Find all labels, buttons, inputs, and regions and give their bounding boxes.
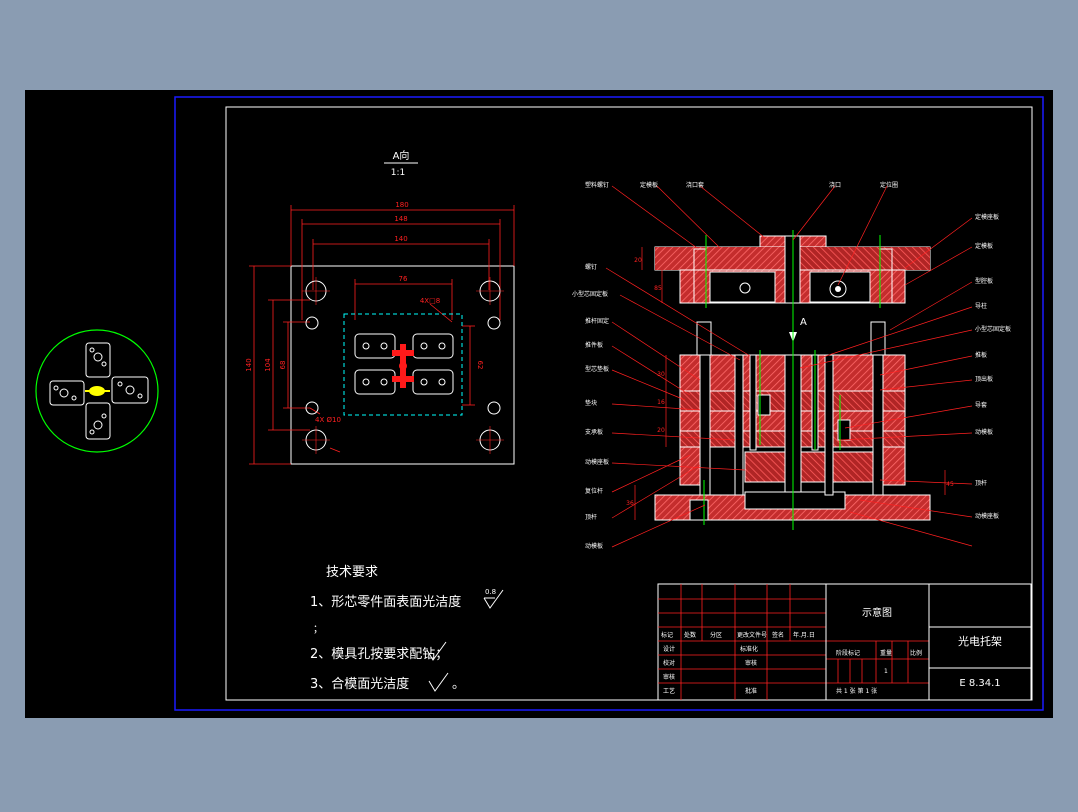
label-left-3: 推件板 — [585, 341, 603, 349]
dim-h104: 104 — [264, 358, 272, 372]
section-dim-4: 16 — [657, 399, 665, 406]
view-a-title: A向 — [393, 149, 410, 162]
dim-h62: 62 — [476, 361, 484, 370]
tb-ratio-value: 1 — [884, 668, 888, 675]
label-left-4: 型芯垫板 — [585, 365, 609, 373]
label-top-1: 定模板 — [640, 181, 658, 189]
tech-title: 技术要求 — [326, 565, 378, 580]
tb-header-2: 分区 — [710, 631, 722, 639]
tb-code: E 8.34.1 — [959, 678, 1000, 689]
label-right-6: 顶出板 — [975, 375, 993, 383]
label-top-0: 塑料螺钉 — [585, 181, 609, 189]
label-top-2: 浇口套 — [686, 181, 704, 189]
label-right-1: 定模板 — [975, 242, 993, 250]
label-left-7: 动模座板 — [585, 458, 609, 466]
dim-140: 140 — [394, 235, 407, 243]
tb-drawing-title: 示意图 — [862, 606, 892, 619]
tb-header-4: 签名 — [772, 631, 784, 639]
tech-item-3-end: 。 — [452, 677, 465, 692]
label-right-9: 顶杆 — [975, 479, 987, 487]
tech-item-3: 3、合模面光洁度 — [310, 676, 409, 692]
tb-header-5: 年.月.日 — [793, 631, 815, 639]
tb-stage: 阶段标记 — [836, 649, 860, 657]
tb-review: 审核 — [745, 659, 757, 667]
tb-ratio: 比例 — [910, 649, 922, 657]
section-dim-3: 30 — [657, 371, 665, 378]
label-left-0: 螺钉 — [585, 263, 597, 271]
section-arrow-label: A — [800, 317, 807, 328]
label-right-5: 推板 — [975, 351, 987, 359]
section-dim-7: 45 — [946, 481, 954, 488]
label-right-7: 导套 — [975, 401, 987, 409]
tb-weight: 重量 — [880, 649, 892, 657]
dim-148: 148 — [394, 215, 407, 223]
label-right-2: 型腔板 — [975, 277, 993, 285]
dim-h140: 140 — [245, 358, 253, 371]
tb-header-1: 处数 — [684, 631, 696, 639]
section-dim-1: 20 — [634, 257, 642, 264]
label-left-5: 垫块 — [585, 399, 597, 407]
label-right-10: 动模座板 — [975, 512, 999, 520]
label-top-3: 浇口 — [829, 181, 841, 189]
tb-name: 光电托架 — [958, 634, 1002, 648]
view-a-scale: 1:1 — [391, 168, 405, 178]
tb-row-0: 设计 — [663, 645, 675, 653]
label-left-1: 小型芯固定板 — [572, 290, 608, 298]
section-dim-2: 85 — [654, 285, 662, 292]
section-dim-6: 36 — [626, 500, 634, 507]
label-right-0: 定模座板 — [975, 213, 999, 221]
label-left-2: 推杆固定 — [585, 317, 609, 325]
label-right-3: 导柱 — [975, 302, 987, 310]
label-left-9: 顶杆 — [585, 513, 597, 521]
section-dim-5: 20 — [657, 427, 665, 434]
tb-approve: 批准 — [745, 687, 757, 695]
label-left-10: 动模板 — [585, 542, 603, 550]
tb-row-3: 工艺 — [663, 687, 675, 695]
label-left-8: 复位杆 — [585, 487, 603, 495]
tb-row-1: 校对 — [663, 659, 675, 667]
label-left-6: 支承板 — [585, 428, 603, 436]
dim-hole-square: 4X□8 — [420, 297, 440, 305]
tb-std: 标准化 — [740, 645, 758, 653]
cad-viewport[interactable]: A向 1:1 180 148 140 76 140 104 68 62 4X□8… — [0, 0, 1078, 808]
label-right-4: 小型芯固定板 — [975, 325, 1011, 333]
tech-item-1-value: 0.8 — [485, 588, 496, 596]
tb-header-3: 更改文件号 — [737, 631, 767, 639]
tech-item-1b: ； — [313, 624, 323, 635]
label-top-4: 定位圈 — [880, 181, 898, 189]
label-right-8: 动模板 — [975, 428, 993, 436]
tech-item-1: 1、形芯零件面表面光洁度 — [310, 594, 461, 610]
tb-header-0: 标记 — [661, 631, 673, 639]
dim-76: 76 — [399, 275, 408, 283]
cad-drawing: A向 1:1 180 148 140 76 140 104 68 62 4X□8… — [25, 90, 1053, 718]
tech-item-2: 2、模具孔按要求配钻； — [310, 647, 448, 662]
dim-h68: 68 — [279, 361, 287, 370]
dim-180: 180 — [395, 201, 408, 209]
tb-row-2: 审核 — [663, 673, 675, 681]
dim-hole-round: 4X Ø10 — [315, 416, 341, 424]
tb-sheet: 共 1 张 第 1 张 — [836, 687, 877, 695]
